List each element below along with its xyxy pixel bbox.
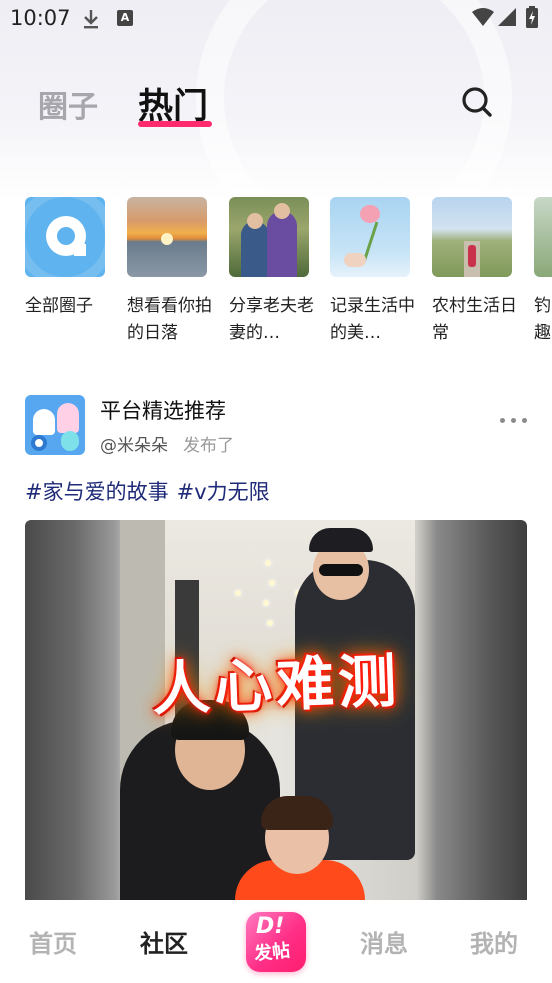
couple-thumbnail — [229, 197, 309, 277]
download-icon — [84, 10, 98, 29]
circle-item-village[interactable]: 农村生活日常 — [432, 197, 517, 347]
nav-profile[interactable]: 我的 — [470, 924, 518, 959]
post-button-badge: D! — [256, 914, 285, 939]
circle-label: 钓趣 — [534, 296, 551, 343]
post-tags: #家与爱的故事 #v力无限 — [25, 476, 278, 506]
circle-label: 农村生活日常 — [432, 296, 517, 343]
post-button[interactable]: D! 发帖 — [246, 912, 306, 972]
video-caption: 人心难测 — [151, 646, 402, 724]
more-options-icon[interactable] — [498, 410, 530, 430]
circle-item-couple[interactable]: 分享老夫老妻的… — [229, 197, 314, 347]
fishing-thumbnail — [534, 197, 552, 277]
circle-label: 记录生活中的美… — [330, 296, 415, 343]
circle-list: 全部圈子 想看看你拍的日落 分享老夫老妻的… 记录生活中的美… 农村生活日常 钓… — [0, 197, 552, 357]
circle-item-sunset[interactable]: 想看看你拍的日落 — [127, 197, 212, 347]
bottom-nav: 首页 社区 D! 发帖 消息 我的 — [0, 900, 552, 983]
nav-community[interactable]: 社区 — [140, 924, 188, 959]
tag-link[interactable]: #家与爱的故事 — [25, 480, 169, 504]
chat-bubble-icon — [25, 197, 105, 277]
circle-label: 分享老夫老妻的… — [229, 296, 314, 343]
post-author[interactable]: @米朵朵 — [100, 431, 168, 456]
battery-charging-icon — [526, 6, 538, 28]
status-bar: 10:07 A — [0, 0, 552, 38]
post-title[interactable]: 平台精选推荐 — [100, 395, 226, 425]
active-tab-indicator — [138, 121, 212, 127]
a-app-icon: A — [117, 10, 133, 26]
search-icon[interactable] — [461, 86, 493, 118]
status-time: 10:07 — [10, 6, 71, 30]
circle-item-life[interactable]: 记录生活中的美… — [330, 197, 415, 347]
circle-item-fishing[interactable]: 钓趣 — [534, 197, 552, 347]
post-action: 发布了 — [183, 436, 234, 456]
sunset-thumbnail — [127, 197, 207, 277]
wifi-icon — [472, 8, 494, 26]
post-video[interactable]: 人心难测 — [25, 520, 527, 900]
post-button-label: 发帖 — [253, 940, 292, 965]
post-avatar[interactable] — [25, 395, 85, 455]
circle-item-all[interactable]: 全部圈子 — [25, 197, 105, 320]
village-thumbnail — [432, 197, 512, 277]
signal-icon — [498, 8, 516, 26]
nav-home[interactable]: 首页 — [29, 924, 77, 959]
circle-label: 全部圈子 — [25, 296, 93, 316]
tab-circles[interactable]: 圈子 — [38, 82, 98, 126]
rose-thumbnail — [330, 197, 410, 277]
nav-messages[interactable]: 消息 — [360, 924, 408, 959]
tag-link[interactable]: #v力无限 — [177, 480, 270, 504]
circle-label: 想看看你拍的日落 — [127, 296, 212, 343]
